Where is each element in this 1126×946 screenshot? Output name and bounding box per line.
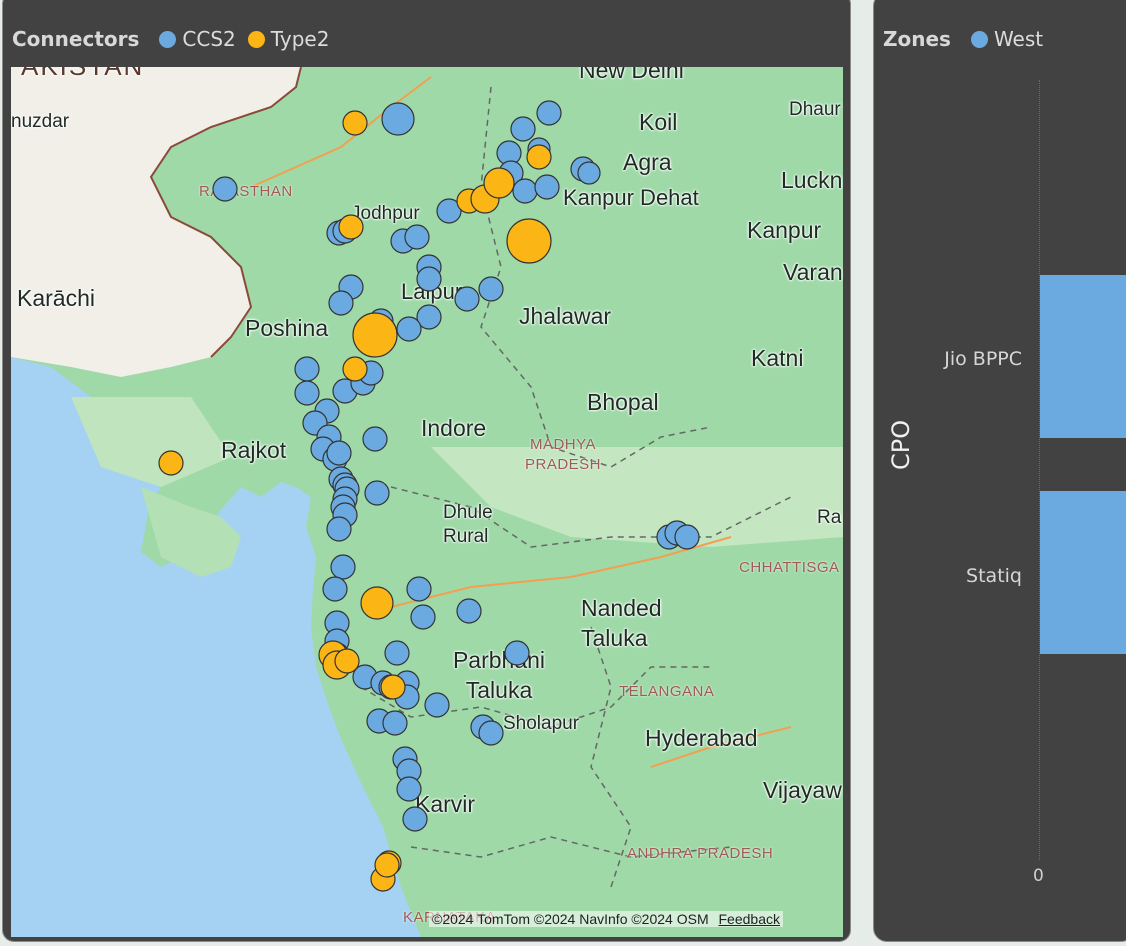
label-jhalawar: Jhalawar	[519, 303, 612, 329]
label-dhule-rural: Dhule Rural	[443, 502, 493, 547]
label-rajkot: Rajkot	[221, 437, 287, 463]
ccs2-legend-marker	[159, 30, 177, 48]
label-kanpur-dehat: Kanpur Dehat	[563, 185, 699, 210]
map-legend: Connectors CCS2 Type2	[12, 27, 329, 51]
label-agra: Agra	[623, 149, 672, 175]
label-chhattisgarh: CHHATTISGA	[739, 559, 840, 576]
map-legend-title: Connectors	[12, 27, 140, 51]
label-vijayawada: Vijayaw	[763, 777, 842, 803]
map-attribution: ©2024 TomTom ©2024 NavInfo ©2024 OSM Fee…	[429, 911, 783, 927]
bar-statiq[interactable]	[1040, 491, 1126, 654]
label-indore: Indore	[421, 415, 487, 441]
label-koil: Koil	[639, 109, 678, 135]
type2-legend-marker	[247, 30, 265, 48]
map-visual-panel[interactable]: Connectors CCS2 Type2 New Delhi Koil Agr…	[2, 0, 851, 942]
label-parbhani-taluka: Parbhani Taluka	[452, 647, 546, 703]
label-ra: Ra	[817, 507, 842, 528]
category-label-jio-bppc: Jio BPPC	[944, 348, 1022, 370]
ccs2-legend-label[interactable]: CCS2	[182, 27, 235, 51]
label-hyderabad: Hyderabad	[645, 725, 758, 751]
label-rajasthan: RAJASTHAN	[199, 183, 293, 200]
label-karachi: Karāchi	[17, 285, 95, 311]
zero-gridline	[1039, 80, 1040, 860]
label-nuzdar: nuzdar	[11, 111, 70, 132]
label-lalpur: Lalpur	[401, 279, 463, 304]
label-telangana: TELANGANA	[619, 683, 715, 700]
label-karvir: Karvir	[415, 791, 476, 817]
west-legend-marker	[970, 30, 988, 48]
label-bhopal: Bhopal	[587, 389, 659, 415]
x-tick-0: 0	[1033, 866, 1044, 886]
attribution-text: ©2024 TomTom ©2024 NavInfo ©2024 OSM	[432, 911, 709, 927]
label-dhaur: Dhaur	[789, 99, 841, 120]
category-label-statiq: Statiq	[966, 565, 1022, 587]
bar-jio-bppc[interactable]	[1040, 275, 1126, 438]
label-katni: Katni	[751, 345, 804, 371]
label-pakistan: AKISTAN	[21, 67, 144, 82]
label-jodhpur: Jodhpur	[351, 203, 420, 224]
label-new-delhi: New Delhi	[579, 67, 684, 83]
label-kanpur: Kanpur	[747, 217, 822, 243]
map-canvas[interactable]: New Delhi Koil Agra Luckn Dhaur Kanpur D…	[11, 67, 843, 937]
label-sholapur: Sholapur	[503, 713, 580, 734]
bar-legend: Zones West	[883, 27, 1043, 51]
label-lucknow: Luckn	[781, 167, 843, 193]
label-madhya-pradesh: MADHYA PRADESH	[524, 436, 602, 473]
west-legend-label[interactable]: West	[994, 27, 1043, 51]
label-andhra-pradesh: ANDHRA PRADESH	[627, 845, 774, 862]
label-varanasi: Varan	[783, 259, 843, 285]
cpo-axis-title: CPO	[887, 419, 915, 470]
type2-legend-label[interactable]: Type2	[271, 27, 330, 51]
bar-visual-panel[interactable]: Zones West	[873, 0, 1126, 942]
label-nanded-taluka: Nanded Taluka	[581, 595, 662, 651]
feedback-link[interactable]: Feedback	[719, 911, 780, 927]
label-poshina: Poshina	[245, 315, 329, 341]
bar-legend-title: Zones	[883, 27, 951, 51]
